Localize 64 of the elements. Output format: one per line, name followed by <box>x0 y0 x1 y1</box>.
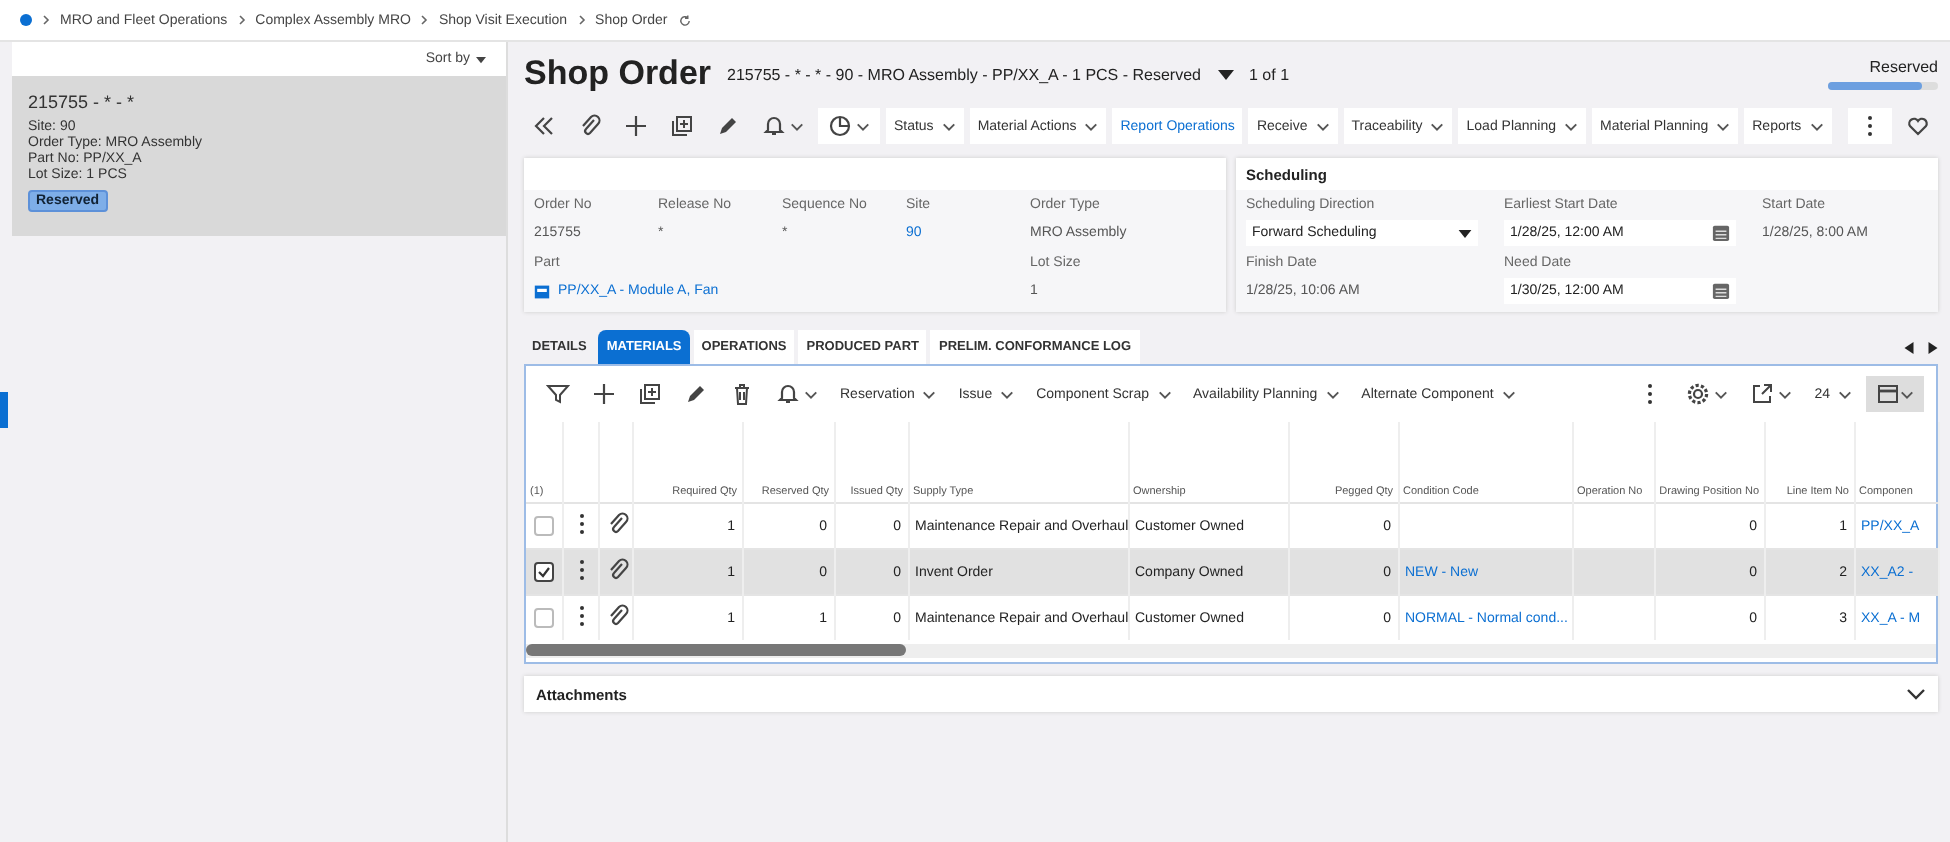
caret-icon <box>1325 389 1340 399</box>
add-icon[interactable] <box>624 114 648 138</box>
heart-icon[interactable] <box>1906 114 1930 138</box>
page-title: Shop Order <box>524 54 712 94</box>
caret-icon <box>941 121 956 131</box>
filter-icon[interactable] <box>546 382 570 406</box>
record-counter: 1 of 1 <box>1249 65 1290 83</box>
scroll-left-icon[interactable] <box>1904 342 1914 354</box>
collapse-icon[interactable] <box>532 114 556 138</box>
caret-icon <box>1716 121 1731 131</box>
status-label: Reserved <box>1869 58 1938 76</box>
caret-icon <box>1000 389 1015 399</box>
attachment-icon[interactable] <box>605 604 629 628</box>
caret-icon <box>1084 121 1099 131</box>
attachment-icon[interactable] <box>605 512 629 536</box>
duplicate-icon[interactable] <box>670 114 694 138</box>
row-checkbox[interactable] <box>533 608 554 628</box>
caret-icon <box>804 389 818 399</box>
scroll-right-icon[interactable] <box>1928 342 1938 354</box>
home-icon[interactable] <box>20 14 32 26</box>
dropdown-icon[interactable] <box>1217 69 1233 79</box>
caret-icon <box>855 121 870 131</box>
attachment-icon[interactable] <box>605 558 629 582</box>
scrollbar-thumb[interactable] <box>526 644 906 656</box>
duplicate-icon[interactable] <box>638 382 662 406</box>
calendar-icon[interactable] <box>1712 282 1730 300</box>
panel-handle[interactable] <box>0 392 8 428</box>
caret-icon <box>1430 121 1445 131</box>
row-checkbox[interactable] <box>533 516 554 536</box>
caret-icon <box>1838 389 1852 399</box>
bell-icon[interactable] <box>776 382 800 406</box>
dropdown-icon <box>1458 229 1472 237</box>
caret-icon <box>1809 121 1824 131</box>
caret-icon <box>476 55 486 63</box>
caret-icon <box>1714 389 1729 399</box>
caret-icon <box>1778 389 1793 399</box>
chevron-icon <box>237 14 246 26</box>
refresh-icon[interactable] <box>677 13 692 27</box>
export-icon[interactable] <box>1750 382 1775 406</box>
expand-icon[interactable] <box>1906 688 1926 700</box>
chevron-icon <box>42 14 50 26</box>
chevron-icon <box>577 14 586 26</box>
caret-icon <box>790 121 804 131</box>
paperclip-icon[interactable] <box>578 114 602 138</box>
table-view-icon[interactable] <box>1876 382 1900 406</box>
add-icon[interactable] <box>592 382 616 406</box>
settings-icon[interactable] <box>1686 382 1711 406</box>
delete-icon[interactable] <box>730 382 754 406</box>
part-icon <box>534 283 550 299</box>
record-summary: 215755 - * - * - 90 - MRO Assembly - PP/XX_A - 1 PCS - Reserved <box>727 65 1201 83</box>
chart-icon[interactable] <box>828 114 852 138</box>
caret-icon <box>1900 389 1914 399</box>
card-title: 215755 - * - * <box>28 92 137 112</box>
caret-icon <box>922 389 937 399</box>
row-checkbox[interactable] <box>533 562 554 582</box>
edit-icon[interactable] <box>716 114 740 138</box>
caret-icon <box>1315 121 1330 131</box>
chevron-icon <box>420 14 429 26</box>
caret-icon <box>1501 389 1516 399</box>
bell-icon[interactable] <box>762 114 786 138</box>
caret-icon <box>1564 121 1579 131</box>
caret-icon <box>1157 389 1172 399</box>
calendar-icon[interactable] <box>1712 224 1730 242</box>
edit-icon[interactable] <box>684 382 708 406</box>
